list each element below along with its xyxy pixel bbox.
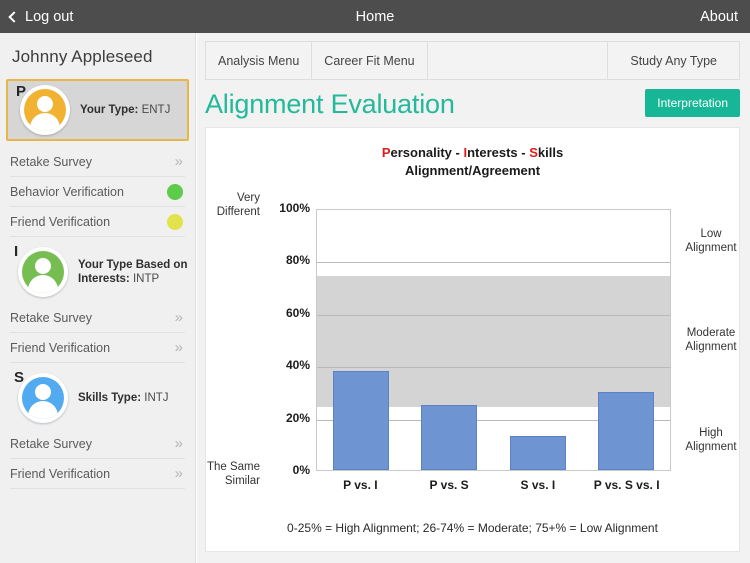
sidebar-item-friend-verification-s[interactable]: Friend Verification » (10, 459, 185, 489)
status-badge-friend (167, 213, 183, 230)
chart-title-part: nterests - (467, 145, 530, 160)
chart-title-line1: Personality - Interests - Skills (206, 144, 739, 162)
y-tick-label: 0% (292, 463, 310, 478)
page-title-home: Home (355, 8, 395, 25)
chart-title: Personality - Interests - Skills Alignme… (206, 144, 739, 179)
type-label-prefix: Your Type: (80, 103, 139, 116)
y-tick-label: 80% (285, 253, 310, 268)
type-letter-s: S (14, 369, 25, 386)
chart-card: Personality - Interests - Skills Alignme… (205, 127, 740, 552)
x-tick-label: S vs. I (520, 478, 556, 493)
zone-label: Moderate Alignment (685, 327, 737, 354)
type-label-skills: Skills Type: INTJ (78, 391, 169, 405)
tab-analysis-menu[interactable]: Analysis Menu (206, 42, 313, 79)
chart-plot (316, 209, 671, 472)
row-label: Retake Survey (10, 154, 92, 169)
app-root: Log out Home About Johnny Appleseed P Yo… (0, 0, 750, 563)
y-axis-caption-top: Very Different (216, 192, 260, 218)
type-letter-p: P (16, 83, 27, 100)
row-label: Friend Verification (10, 340, 111, 355)
bar-p-vs-s (421, 404, 478, 471)
sidebar-item-friend-verification-p[interactable]: Friend Verification (10, 207, 185, 237)
sidebar-type-card-personality[interactable]: P Your Type: ENTJ (6, 79, 189, 141)
status-badge-behavior (167, 183, 183, 200)
chart-title-part: S (529, 145, 538, 160)
row-label: Friend Verification (10, 466, 111, 481)
sidebar-item-retake-survey-p[interactable]: Retake Survey » (10, 147, 185, 177)
y-axis-caption-bottom: The Same Similar (206, 461, 260, 487)
chevron-right-icon: » (174, 338, 183, 356)
row-label: Friend Verification (10, 214, 111, 229)
avatar-personality (20, 85, 70, 135)
user-name: Johnny Appleseed (12, 47, 153, 66)
x-tick-label: P vs. S vs. I (593, 478, 660, 493)
y-tick-label: 40% (285, 358, 310, 373)
top-navigation-bar: Log out Home About (0, 0, 750, 33)
back-chevron-icon (8, 10, 20, 23)
page-header: Alignment Evaluation Interpretation (205, 84, 740, 124)
y-tick-label: 60% (285, 305, 310, 320)
sidebar-type-card-skills[interactable]: S Skills Type: INTJ (6, 367, 189, 429)
chart-area: 0% 20% 40% 60% 80% 100% Very Different The Sa… (206, 179, 741, 509)
chart-bars (317, 210, 670, 471)
logout-button[interactable]: Log out (8, 8, 74, 25)
type-label-value: INTP (132, 273, 160, 285)
type-label-personality: Your Type: ENTJ (80, 103, 170, 117)
interpretation-button[interactable]: Interpretation (645, 89, 740, 117)
bar-s-vs-i (509, 436, 566, 471)
avatar-interests (18, 247, 68, 297)
sidebar-item-behavior-verification[interactable]: Behavior Verification (10, 177, 185, 207)
type-label-value: ENTJ (141, 103, 171, 116)
tab-study-any-type[interactable]: Study Any Type (608, 42, 739, 79)
row-label: Retake Survey (10, 436, 92, 451)
zone-label: Low Alignment (685, 227, 737, 254)
sidebar-item-friend-verification-i[interactable]: Friend Verification » (10, 333, 185, 363)
x-tick-label: P vs. S (429, 478, 469, 493)
chevron-right-icon: » (174, 152, 183, 170)
sidebar: Johnny Appleseed P Your Type: ENTJ Retak… (0, 33, 196, 563)
sidebar-type-card-interests[interactable]: I Your Type Based on Interests: INTP (6, 241, 189, 303)
tab-career-fit-menu[interactable]: Career Fit Menu (312, 42, 428, 79)
chevron-right-icon: » (174, 308, 183, 326)
row-label: Behavior Verification (10, 184, 124, 199)
y-tick-label: 20% (285, 410, 310, 425)
sidebar-item-retake-survey-i[interactable]: Retake Survey » (10, 303, 185, 333)
tab-bar: Analysis Menu Career Fit Menu Study Any … (205, 41, 740, 80)
y-tick-label: 100% (279, 201, 310, 216)
type-letter-i: I (14, 243, 19, 260)
chart-title-part: kills (537, 145, 564, 160)
chevron-right-icon: » (174, 464, 183, 482)
chart-title-part: ersonality - (390, 145, 464, 160)
bar-p-vs-i (333, 370, 390, 471)
page-title: Alignment Evaluation (205, 88, 455, 119)
bar-p-vs-s-vs-i (597, 391, 654, 471)
zone-label: High Alignment (685, 426, 737, 454)
x-tick-label: P vs. I (343, 478, 378, 493)
main-content: Analysis Menu Career Fit Menu Study Any … (197, 33, 750, 563)
about-link[interactable]: About (700, 9, 738, 25)
chevron-right-icon: » (174, 434, 183, 452)
chart-footnote: 0-25% = High Alignment; 26-74% = Moderat… (287, 521, 658, 535)
type-label-prefix: Skills Type: (78, 391, 142, 404)
row-label: Retake Survey (10, 310, 92, 325)
avatar-skills (18, 373, 68, 423)
sidebar-item-retake-survey-s[interactable]: Retake Survey » (10, 429, 185, 459)
type-label-value: INTJ (144, 391, 169, 404)
chart-title-line2: Alignment/Agreement (404, 162, 541, 178)
tab-spacer (427, 42, 609, 79)
type-label-interests: Your Type Based on Interests: INTP (78, 258, 188, 287)
logout-label: Log out (25, 8, 74, 25)
